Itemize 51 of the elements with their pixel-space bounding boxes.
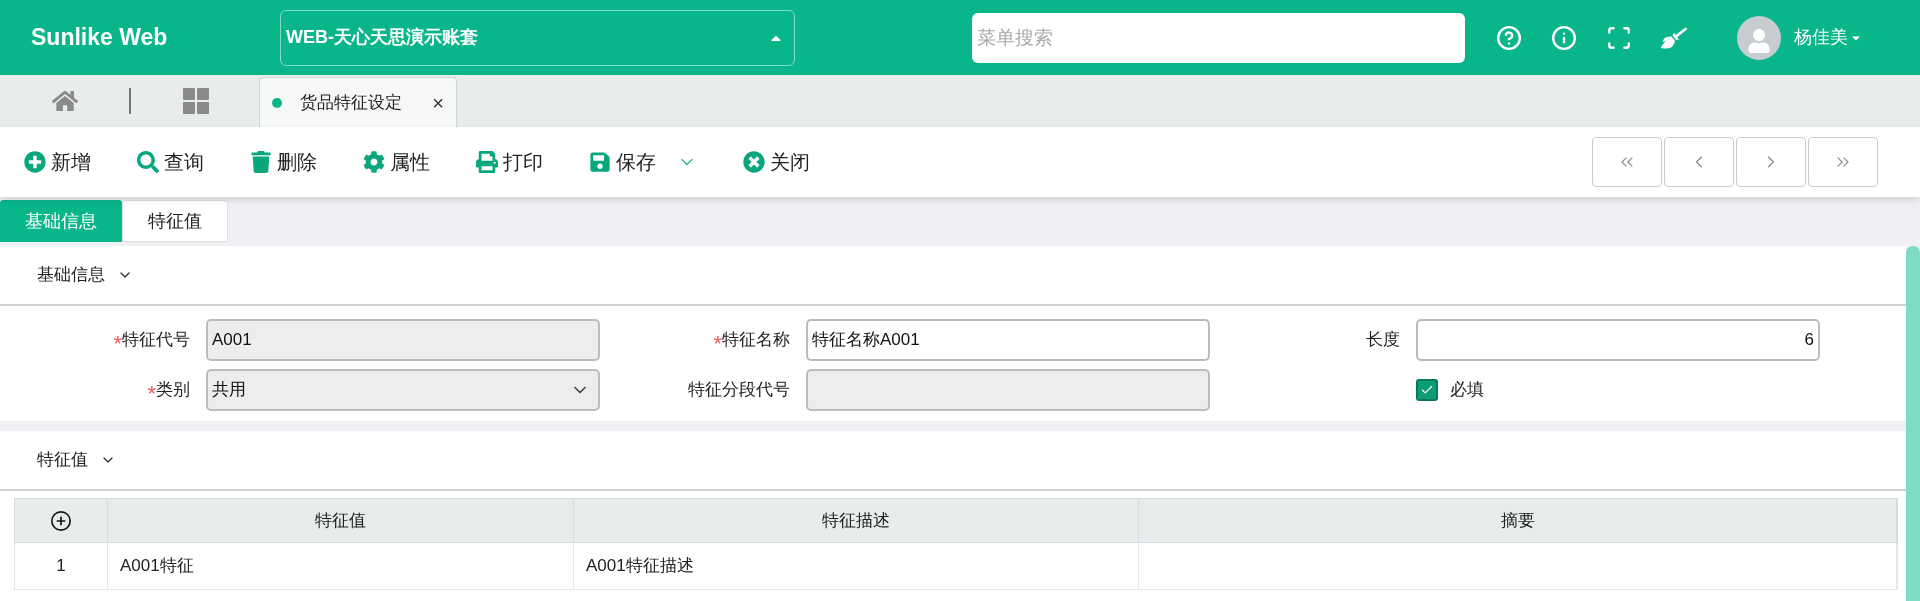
form-tab[interactable]: 特征值 xyxy=(122,200,228,242)
column-header: 摘要 xyxy=(1139,499,1897,542)
table-cell-text: A001特征描述 xyxy=(586,555,694,578)
home-icon[interactable] xyxy=(52,88,78,114)
field-label: 特征名称 xyxy=(722,329,790,352)
column-header: 特征描述 xyxy=(574,499,1139,542)
required-asterisk: * xyxy=(113,333,122,355)
help-icon[interactable] xyxy=(1496,24,1522,51)
gear-icon xyxy=(363,151,385,173)
toolbar-button[interactable]: 打印 xyxy=(476,147,543,177)
add-row-icon[interactable] xyxy=(50,509,72,532)
close-icon[interactable]: × xyxy=(432,92,444,113)
close-icon xyxy=(743,151,765,173)
checkbox-label: 必填 xyxy=(1450,379,1484,402)
required-asterisk: * xyxy=(713,333,722,355)
pager-button[interactable] xyxy=(1736,137,1806,187)
info-icon[interactable] xyxy=(1551,24,1577,51)
toolbar-button[interactable]: 属性 xyxy=(363,147,430,177)
toolbar-button[interactable]: 查询 xyxy=(137,147,204,177)
field-label: 类别 xyxy=(156,379,190,402)
trash-icon xyxy=(250,151,272,173)
section-title[interactable]: 基础信息 xyxy=(37,262,105,288)
field-label: 长度 xyxy=(1366,329,1400,352)
pager-button[interactable] xyxy=(1664,137,1734,187)
toolbar-button[interactable]: 保存 xyxy=(589,147,697,177)
input-field[interactable]: 6 xyxy=(1416,319,1820,361)
check-icon xyxy=(1420,383,1434,397)
toolbar-button[interactable]: 关闭 xyxy=(743,147,810,177)
field-label: 特征分段代号 xyxy=(688,379,790,402)
checkbox[interactable] xyxy=(1416,379,1438,401)
pager-button[interactable] xyxy=(1592,137,1662,187)
column-header: 特征值 xyxy=(108,499,574,542)
section-title[interactable]: 特征值 xyxy=(37,447,88,473)
page-tab[interactable]: 货品特征设定 × xyxy=(259,77,457,127)
required-asterisk: * xyxy=(147,383,156,405)
search-icon xyxy=(137,151,159,173)
logo: Sunlike Web xyxy=(31,23,169,53)
toolbar-button[interactable]: 新增 xyxy=(24,147,91,177)
row-number: 1 xyxy=(15,543,108,589)
grid-icon[interactable] xyxy=(183,88,209,114)
fullscreen-icon[interactable] xyxy=(1606,24,1632,51)
input-field[interactable]: 特征名称A001 xyxy=(806,319,1210,361)
search-field[interactable]: 菜单搜索 xyxy=(972,12,1465,63)
user-icon xyxy=(1747,28,1771,53)
table-cell-text: A001特征 xyxy=(120,555,194,578)
printer-icon xyxy=(476,151,498,173)
avatar[interactable] xyxy=(1737,15,1781,60)
pager-button[interactable] xyxy=(1808,137,1878,187)
field-label: 特征代号 xyxy=(122,329,190,352)
scrollbar[interactable] xyxy=(1906,246,1920,601)
toolbar-button[interactable]: 删除 xyxy=(250,147,317,177)
